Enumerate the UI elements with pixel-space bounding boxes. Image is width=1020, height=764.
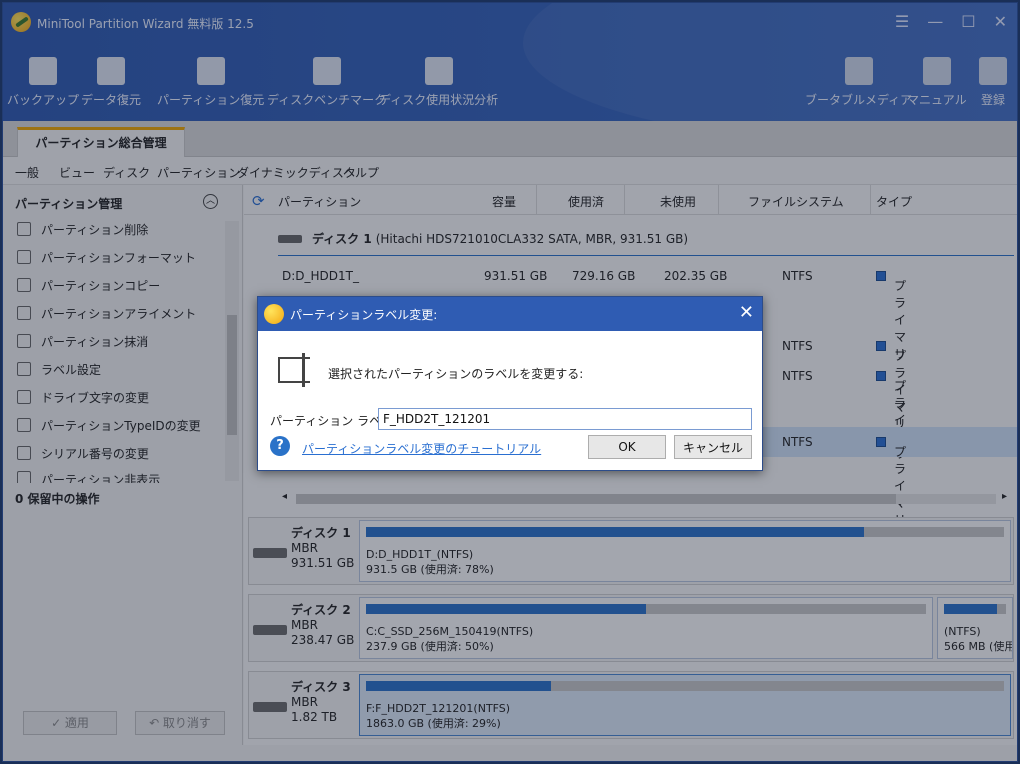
label-edit-icon [278,353,310,387]
cancel-button[interactable]: キャンセル [674,435,752,459]
partition-label-input[interactable] [378,408,752,430]
dialog-title: パーティションラベル変更: [290,308,438,322]
dialog-titlebar: パーティションラベル変更: ✕ [258,297,762,331]
app-logo-icon [264,304,284,324]
ok-button[interactable]: OK [588,435,666,459]
tutorial-link[interactable]: パーティションラベル変更のチュートリアル [302,440,541,457]
help-icon[interactable]: ? [270,436,290,456]
close-icon[interactable]: ✕ [739,302,754,323]
change-label-dialog: パーティションラベル変更: ✕ 選択されたパーティションのラベルを変更する: パ… [257,296,763,471]
dialog-message: 選択されたパーティションのラベルを変更する: [328,367,584,381]
